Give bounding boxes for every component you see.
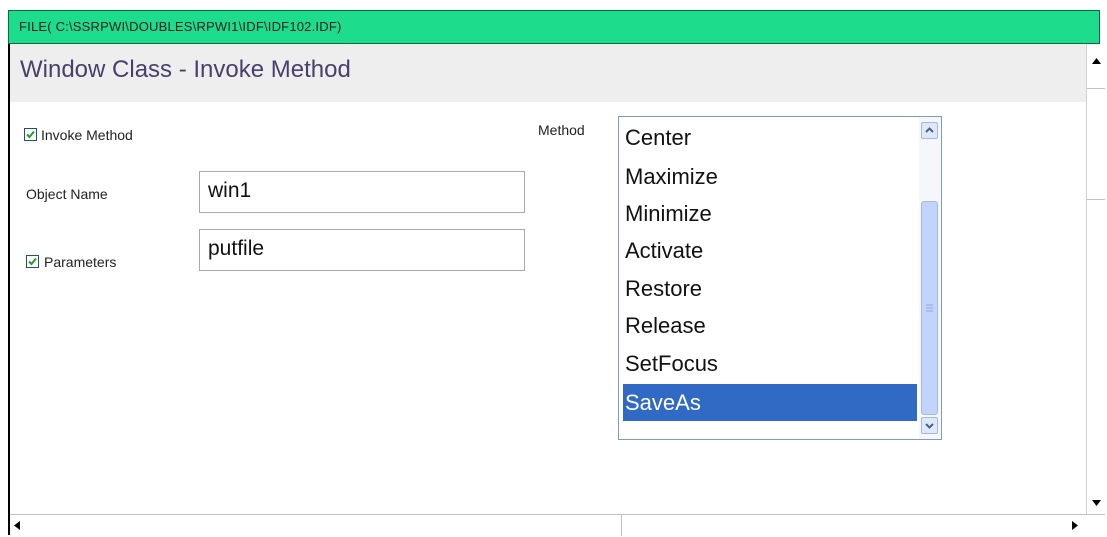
page-title: Window Class - Invoke Method bbox=[20, 56, 351, 83]
window-vertical-scrollbar[interactable] bbox=[1086, 44, 1105, 514]
scroll-thumb[interactable] bbox=[921, 201, 938, 415]
file-path-bar: FILE( C:\SSRPWI\DOUBLES\RPWI1\IDF\IDF102… bbox=[8, 10, 1100, 44]
scroll-down-arrow-icon[interactable] bbox=[1092, 500, 1101, 506]
grip-icon bbox=[926, 304, 933, 312]
scroll-up-arrow-icon[interactable] bbox=[1092, 58, 1101, 64]
object-name-input[interactable]: win1 bbox=[199, 171, 525, 213]
object-name-label: Object Name bbox=[26, 186, 108, 202]
list-item[interactable]: SetFocus bbox=[623, 345, 917, 382]
horizontal-scroll-thumb[interactable] bbox=[34, 515, 622, 536]
scroll-down-button[interactable] bbox=[921, 417, 938, 434]
window-horizontal-scrollbar[interactable] bbox=[10, 514, 1105, 536]
parameters-label: Parameters bbox=[44, 254, 117, 270]
listbox-scrollbar[interactable] bbox=[919, 117, 941, 439]
scroll-up-button[interactable] bbox=[921, 122, 938, 139]
parameters-input[interactable]: putfile bbox=[199, 229, 525, 271]
list-item[interactable]: Activate bbox=[623, 232, 917, 269]
method-listbox[interactable]: Center Maximize Minimize Activate Restor… bbox=[618, 116, 942, 440]
page-header: Window Class - Invoke Method bbox=[10, 44, 1088, 102]
list-item[interactable]: Minimize bbox=[623, 195, 917, 232]
invoke-method-checkbox[interactable] bbox=[24, 128, 37, 141]
vertical-scroll-thumb[interactable] bbox=[1087, 88, 1105, 200]
list-item-selected[interactable]: SaveAs bbox=[623, 384, 917, 421]
method-label: Method bbox=[538, 122, 585, 138]
checkmark-icon bbox=[26, 130, 35, 139]
list-item[interactable]: Release bbox=[623, 307, 917, 344]
chevron-up-icon bbox=[925, 127, 934, 133]
invoke-method-label: Invoke Method bbox=[41, 127, 133, 143]
checkmark-icon bbox=[28, 257, 37, 266]
parameters-checkbox[interactable] bbox=[26, 255, 39, 268]
list-item[interactable]: Maximize bbox=[623, 158, 917, 195]
list-item[interactable]: Center bbox=[623, 119, 917, 156]
scroll-left-arrow-icon[interactable] bbox=[14, 521, 20, 530]
chevron-down-icon bbox=[925, 423, 934, 429]
top-border bbox=[0, 0, 1107, 8]
file-path-text: FILE( C:\SSRPWI\DOUBLES\RPWI1\IDF\IDF102… bbox=[19, 19, 342, 34]
scroll-right-arrow-icon[interactable] bbox=[1072, 521, 1078, 530]
list-item[interactable]: Restore bbox=[623, 270, 917, 307]
